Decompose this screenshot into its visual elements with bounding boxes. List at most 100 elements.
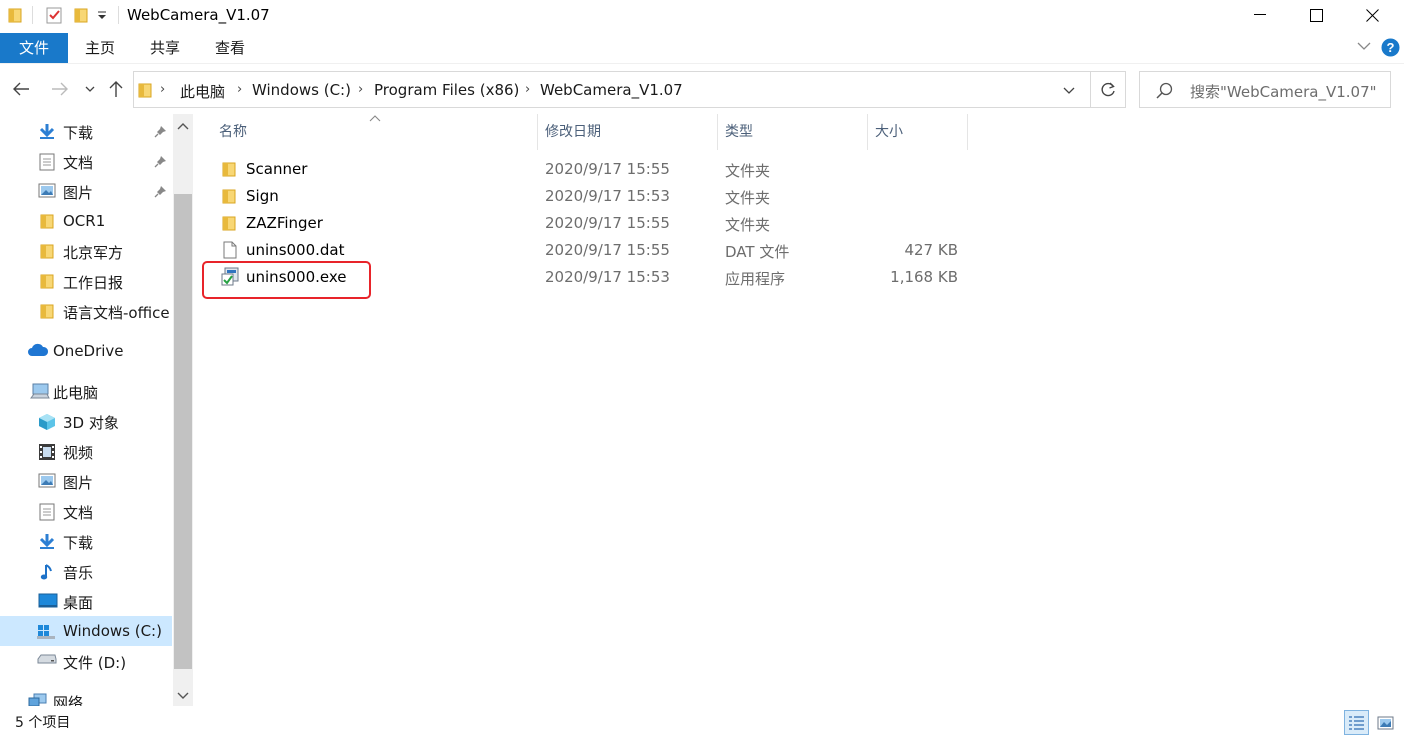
chevron-down-icon: [1063, 87, 1075, 94]
file-row-unins-dat[interactable]: unins000.dat 2020/9/17 15:55 DAT 文件 427 …: [200, 237, 970, 264]
minimize-icon: [1254, 14, 1266, 15]
sidebar-item-label: 语言文档-office: [63, 304, 170, 322]
up-arrow-icon: [109, 81, 123, 97]
folder-icon: [222, 161, 236, 177]
file-row-scanner[interactable]: Scanner 2020/9/17 15:55 文件夹: [200, 156, 970, 183]
minimize-button[interactable]: [1232, 0, 1288, 30]
breadcrumb-webcamera[interactable]: WebCamera_V1.07: [540, 81, 683, 99]
download-icon: [38, 123, 56, 139]
details-view-icon: [1349, 716, 1364, 730]
properties-icon[interactable]: [45, 6, 63, 24]
pin-icon[interactable]: [154, 155, 167, 168]
sidebar-item-desktop[interactable]: 桌面: [0, 586, 172, 616]
svg-text:?: ?: [1387, 40, 1395, 55]
search-box[interactable]: 搜索"WebCamera_V1.07": [1139, 71, 1391, 108]
sidebar-item-language-docs[interactable]: 语言文档-office: [0, 296, 172, 326]
file-date: 2020/9/17 15:55: [545, 160, 670, 178]
breadcrumb-program-files[interactable]: Program Files (x86): [374, 81, 519, 99]
folder-icon: [138, 82, 152, 98]
up-button[interactable]: [104, 77, 128, 101]
pin-icon[interactable]: [154, 125, 167, 138]
sidebar-item-downloads[interactable]: 下载: [0, 116, 172, 146]
navigation-bar: › 此电脑 › Windows (C:) › Program Files (x8…: [0, 64, 1404, 114]
chevron-right-icon[interactable]: ›: [358, 82, 363, 97]
sidebar-item-label: 此电脑: [53, 384, 99, 402]
new-folder-icon[interactable]: [74, 7, 88, 23]
folder-icon: [40, 243, 58, 259]
breadcrumb-c-drive[interactable]: Windows (C:): [252, 81, 351, 99]
file-name: Sign: [246, 187, 279, 205]
file-size: 1,168 KB: [890, 268, 958, 286]
tab-share[interactable]: 共享: [137, 33, 193, 63]
sidebar-item-ocr1[interactable]: OCR1: [0, 206, 172, 236]
sidebar-item-pictures[interactable]: 图片: [0, 176, 172, 206]
sidebar-item-label: 下载: [63, 124, 94, 142]
drive-icon: [37, 653, 57, 669]
close-button[interactable]: [1344, 0, 1400, 30]
sidebar-item-network[interactable]: 网络: [0, 686, 172, 706]
sidebar-item-label: 北京军方: [63, 244, 124, 262]
video-icon: [38, 443, 56, 460]
help-icon[interactable]: ?: [1381, 38, 1400, 57]
column-header-size[interactable]: 大小: [856, 114, 968, 150]
chevron-right-icon[interactable]: ›: [237, 82, 242, 97]
file-date: 2020/9/17 15:53: [545, 187, 670, 205]
file-name: unins000.dat: [246, 241, 345, 259]
forward-button[interactable]: [48, 77, 72, 101]
tab-home[interactable]: 主页: [72, 33, 128, 63]
file-size: 427 KB: [904, 241, 958, 259]
tab-view[interactable]: 查看: [202, 33, 258, 63]
customize-toolbar-icon[interactable]: [97, 8, 107, 22]
scroll-up-icon[interactable]: [177, 122, 189, 130]
sidebar-item-documents[interactable]: 文档: [0, 146, 172, 176]
sidebar-item-documents-pc[interactable]: 文档: [0, 496, 172, 526]
status-bar: 5 个项目: [0, 706, 1404, 737]
folder-icon: [40, 273, 58, 289]
file-list: 名称 修改日期 类型 大小 Scanner 2020/9/17 15:55 文件…: [200, 114, 1404, 706]
address-bar[interactable]: › 此电脑 › Windows (C:) › Program Files (x8…: [133, 71, 1091, 108]
file-type: 文件夹: [725, 216, 771, 234]
pin-icon[interactable]: [154, 185, 167, 198]
chevron-right-icon[interactable]: ›: [160, 82, 165, 97]
large-icons-view-icon: [1377, 716, 1394, 729]
scroll-down-icon[interactable]: [177, 692, 189, 700]
folder-icon: [8, 7, 22, 23]
sidebar-item-c-drive[interactable]: Windows (C:): [0, 616, 172, 646]
details-view-button[interactable]: [1344, 710, 1369, 735]
column-header-date[interactable]: 修改日期: [526, 114, 718, 150]
chevron-right-icon[interactable]: ›: [525, 82, 530, 97]
sidebar-item-downloads-pc[interactable]: 下载: [0, 526, 172, 556]
address-history-dropdown[interactable]: [1063, 87, 1075, 94]
scrollbar-thumb[interactable]: [174, 194, 192, 669]
back-button[interactable]: [9, 77, 33, 101]
refresh-button[interactable]: [1091, 71, 1126, 108]
breadcrumb-this-pc[interactable]: 此电脑: [180, 81, 225, 102]
sidebar-item-this-pc[interactable]: 此电脑: [0, 376, 172, 406]
sidebar-item-onedrive[interactable]: OneDrive: [0, 336, 172, 366]
expand-ribbon-icon[interactable]: [1357, 42, 1371, 51]
sidebar-item-label: 桌面: [63, 594, 94, 612]
navigation-pane: 下载 文档 图片 OCR1 北京军方 工作日报 语言文档-office OneD…: [0, 114, 193, 706]
maximize-button[interactable]: [1288, 0, 1344, 30]
sidebar-item-daily-report[interactable]: 工作日报: [0, 266, 172, 296]
file-row-sign[interactable]: Sign 2020/9/17 15:53 文件夹: [200, 183, 970, 210]
file-row-zazfinger[interactable]: ZAZFinger 2020/9/17 15:55 文件夹: [200, 210, 970, 237]
column-header-type[interactable]: 类型: [706, 114, 868, 150]
sidebar-scrollbar[interactable]: [173, 114, 193, 706]
sidebar-item-videos[interactable]: 视频: [0, 436, 172, 466]
column-header-name[interactable]: 名称: [200, 114, 538, 150]
music-icon: [40, 563, 58, 580]
sidebar-item-pictures-pc[interactable]: 图片: [0, 466, 172, 496]
sidebar-item-label: 网络: [53, 694, 84, 706]
file-date: 2020/9/17 15:55: [545, 214, 670, 232]
sidebar-item-3d-objects[interactable]: 3D 对象: [0, 406, 172, 436]
tab-file[interactable]: 文件: [0, 33, 68, 63]
search-placeholder: 搜索"WebCamera_V1.07": [1190, 83, 1377, 101]
sidebar-item-beijing[interactable]: 北京军方: [0, 236, 172, 266]
sidebar-item-label: 工作日报: [63, 274, 124, 292]
sidebar-item-music[interactable]: 音乐: [0, 556, 172, 586]
large-icons-view-button[interactable]: [1373, 710, 1398, 735]
file-type: 应用程序: [725, 270, 786, 288]
sidebar-item-d-drive[interactable]: 文件 (D:): [0, 646, 172, 676]
recent-locations-button[interactable]: [80, 77, 100, 101]
